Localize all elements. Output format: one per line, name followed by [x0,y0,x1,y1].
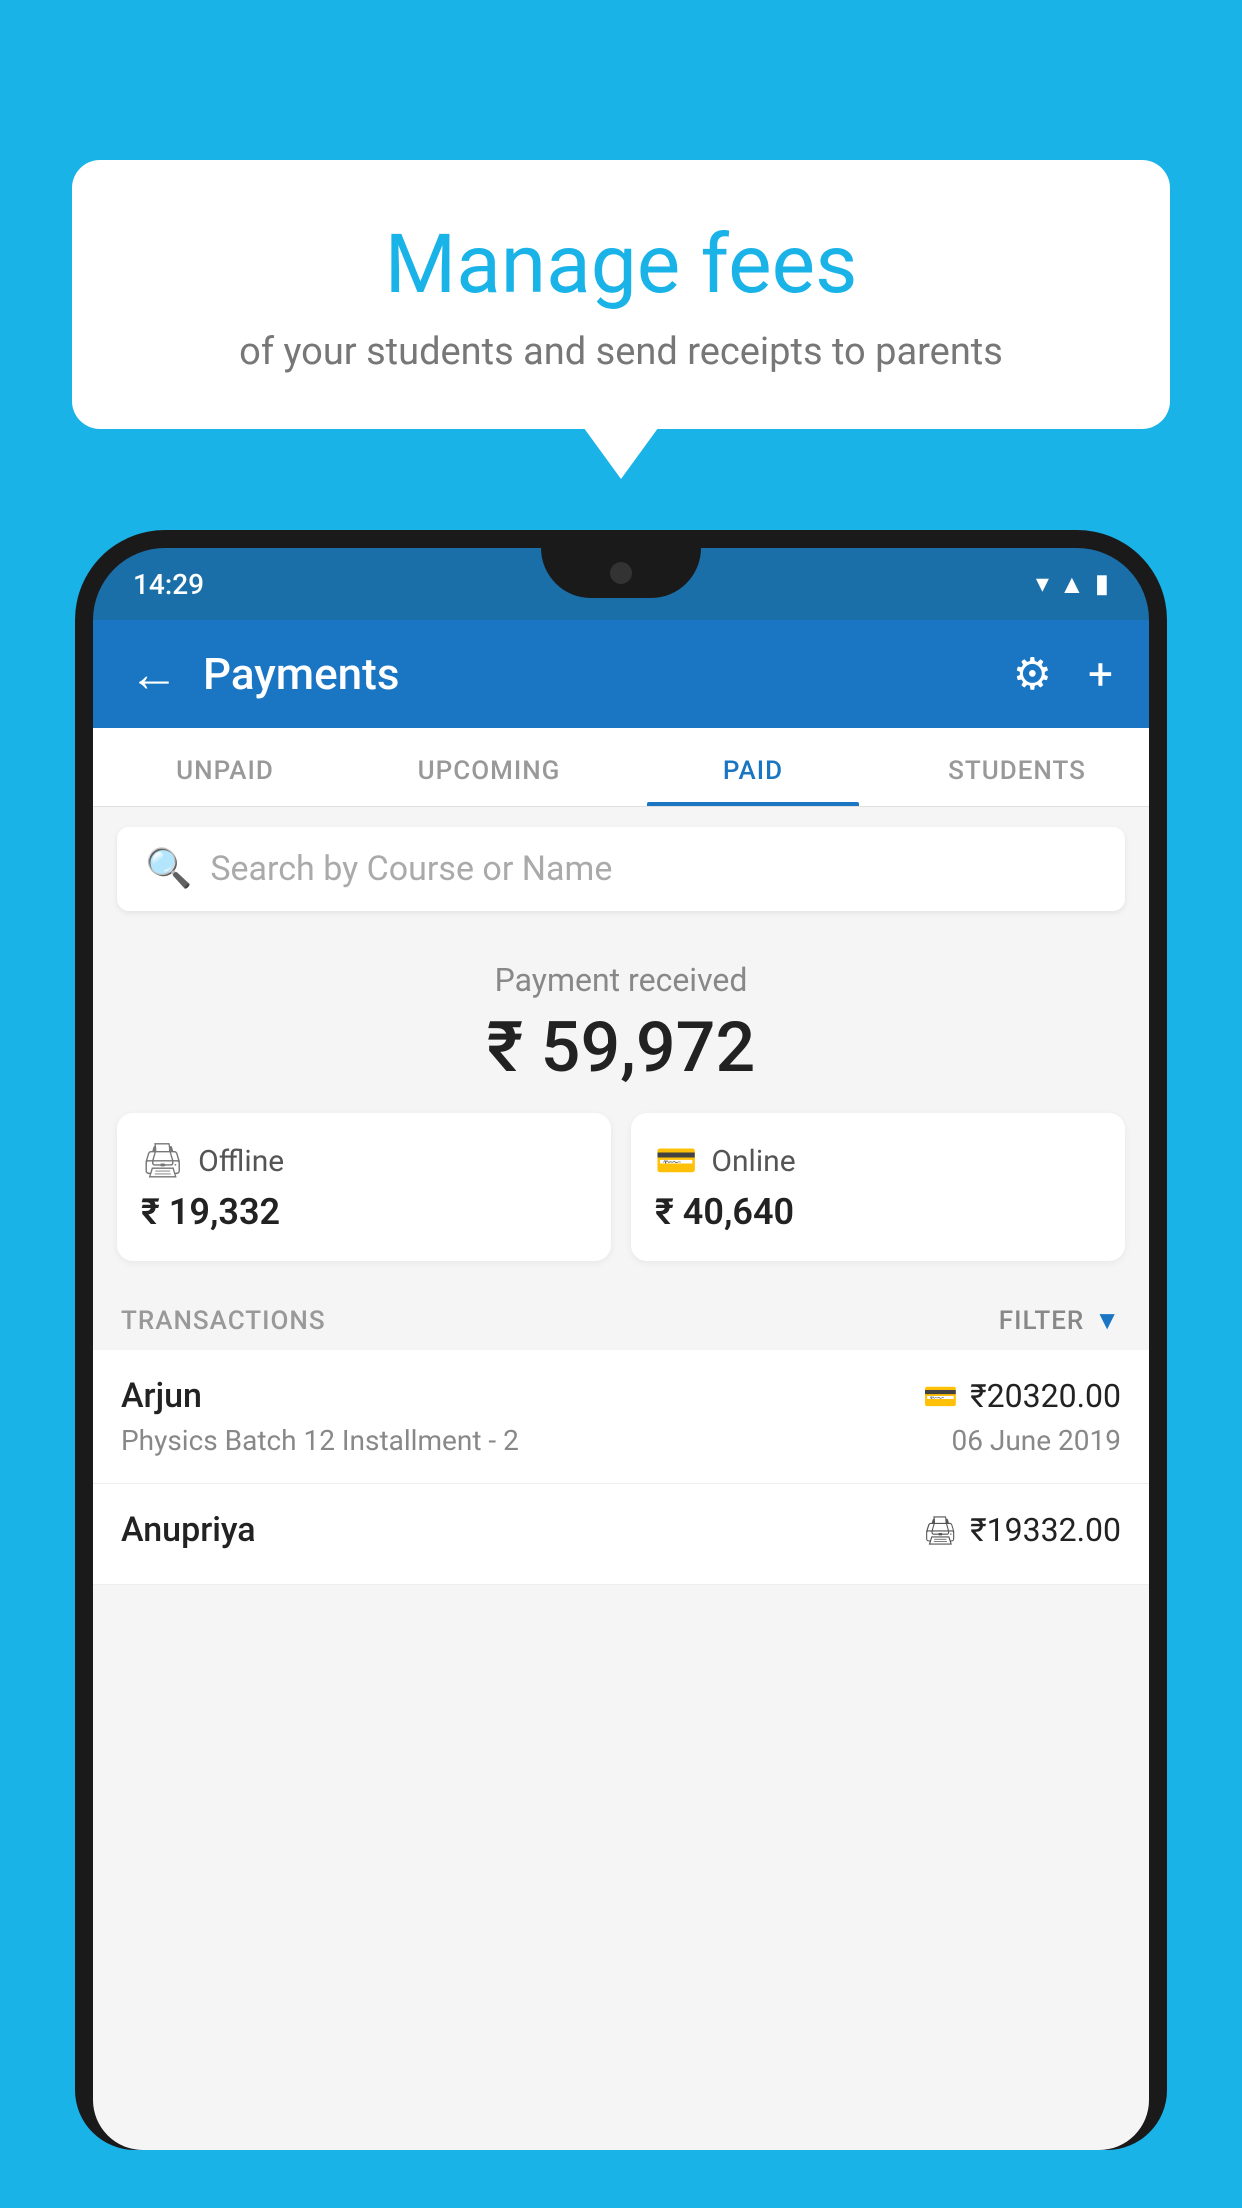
camera-dot [610,562,632,584]
payment-cards-row: 🖨 Offline ₹ 19,332 💳 Online ₹ 40,640 [93,1113,1149,1285]
battery-icon: ▮ [1095,569,1109,599]
speech-bubble: Manage fees of your students and send re… [72,160,1170,429]
filter-row[interactable]: FILTER ▼ [999,1305,1121,1336]
transaction-row[interactable]: Arjun 💳 ₹20320.00 Physics Batch 12 Insta… [93,1350,1149,1484]
signal-icon: ▲ [1059,569,1085,600]
transactions-label: TRANSACTIONS [121,1306,326,1336]
student-name: Anupriya [121,1510,256,1550]
filter-label: FILTER [999,1306,1084,1336]
header-title: Payments [203,648,1013,700]
transaction-amount: ₹19332.00 [970,1511,1121,1549]
course-info: Physics Batch 12 Installment - 2 [121,1424,519,1457]
header-actions: ⚙ + [1013,648,1113,700]
online-payment-icon: 💳 [923,1380,958,1413]
online-card-header: 💳 Online [655,1141,1101,1181]
transaction-row[interactable]: Anupriya 🖨 ₹19332.00 [93,1484,1149,1585]
tab-students[interactable]: STUDENTS [885,728,1149,806]
transaction-amount: ₹20320.00 [970,1377,1121,1415]
search-bar[interactable]: 🔍 Search by Course or Name [117,827,1125,911]
online-card: 💳 Online ₹ 40,640 [631,1113,1125,1261]
gear-icon[interactable]: ⚙ [1013,648,1052,700]
offline-card-header: 🖨 Offline [141,1141,587,1181]
online-label: Online [711,1144,795,1179]
tab-upcoming[interactable]: UPCOMING [357,728,621,806]
bubble-subtitle: of your students and send receipts to pa… [132,330,1110,374]
tab-paid[interactable]: PAID [621,728,885,806]
search-icon: 🔍 [145,847,192,891]
offline-amount: ₹ 19,332 [141,1191,587,1233]
tab-unpaid[interactable]: UNPAID [93,728,357,806]
app-screen: ← Payments ⚙ + UNPAID UPCOMING PAID [93,620,1149,2150]
notch [541,548,701,598]
offline-icon: 🖨 [141,1141,184,1181]
status-bar: 14:29 ▾ ▲ ▮ [93,548,1149,620]
offline-card: 🖨 Offline ₹ 19,332 [117,1113,611,1261]
search-placeholder: Search by Course or Name [210,849,612,889]
offline-label: Offline [198,1144,284,1179]
transaction-bottom-row: Physics Batch 12 Installment - 2 06 June… [121,1424,1121,1457]
transaction-date: 06 June 2019 [951,1424,1121,1457]
wifi-icon: ▾ [1036,569,1049,599]
tabs-container: UNPAID UPCOMING PAID STUDENTS [93,728,1149,807]
phone-outer: 14:29 ▾ ▲ ▮ ← Payments ⚙ + [75,530,1167,2150]
transactions-header: TRANSACTIONS FILTER ▼ [93,1285,1149,1350]
student-name: Arjun [121,1376,202,1416]
amount-row: 🖨 ₹19332.00 [923,1511,1121,1549]
online-icon: 💳 [655,1141,697,1181]
speech-bubble-container: Manage fees of your students and send re… [72,160,1170,429]
bubble-title: Manage fees [132,220,1110,310]
payment-received-label: Payment received [117,961,1125,999]
amount-row: 💳 ₹20320.00 [923,1377,1121,1415]
transaction-top-row: Anupriya 🖨 ₹19332.00 [121,1510,1121,1550]
back-button[interactable]: ← [129,645,179,704]
payment-received-section: Payment received ₹ 59,972 [93,931,1149,1113]
status-time: 14:29 [133,568,204,601]
online-amount: ₹ 40,640 [655,1191,1101,1233]
payment-total-amount: ₹ 59,972 [117,1007,1125,1089]
filter-icon: ▼ [1094,1305,1121,1336]
transaction-top-row: Arjun 💳 ₹20320.00 [121,1376,1121,1416]
plus-icon[interactable]: + [1088,648,1113,700]
phone-mockup: 14:29 ▾ ▲ ▮ ← Payments ⚙ + [75,530,1167,2208]
app-header: ← Payments ⚙ + [93,620,1149,728]
status-icons: ▾ ▲ ▮ [1036,569,1109,600]
offline-payment-icon: 🖨 [923,1514,959,1547]
